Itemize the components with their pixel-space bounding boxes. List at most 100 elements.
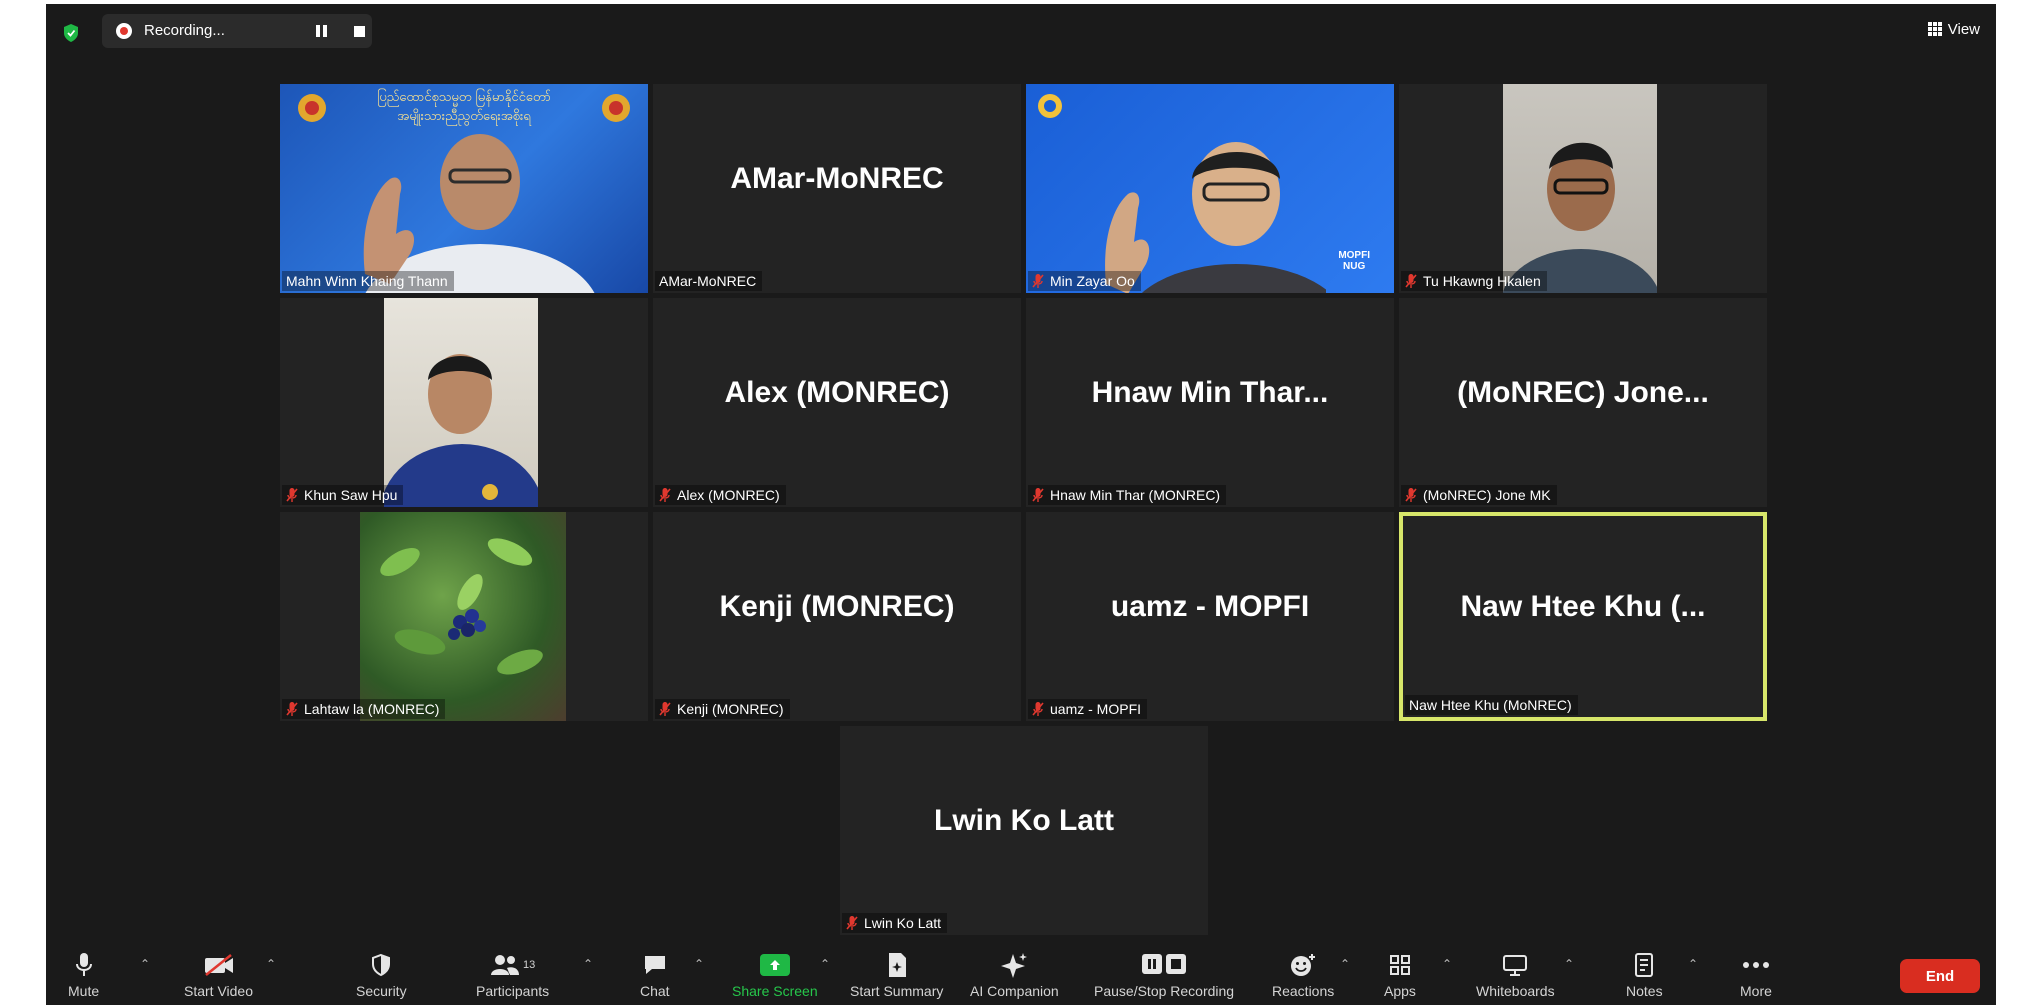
more-button[interactable]: More <box>1740 951 1772 999</box>
encryption-shield-icon[interactable] <box>62 23 80 43</box>
pause-stop-recording-button[interactable]: Pause/Stop Recording <box>1094 951 1234 999</box>
participant-display-name: Alex (MONREC) <box>724 376 950 409</box>
participant-nameplate: Naw Htee Khu (MoNREC) <box>1405 695 1578 715</box>
participant-nameplate: Mahn Winn Khaing Thann <box>282 271 454 291</box>
participants-button[interactable]: 13 Participants <box>476 951 549 999</box>
ai-companion-button[interactable]: AI Companion <box>970 951 1059 999</box>
participant-name: Lwin Ko Latt <box>864 915 942 931</box>
participant-name: Lahtaw la (MONREC) <box>304 701 440 717</box>
participant-tile-min-zayar[interactable]: MOPFI NUG Min Zayar Oo <box>1026 84 1394 293</box>
reactions-smiley-icon <box>1291 954 1316 976</box>
participant-name: Alex (MONREC) <box>677 487 780 503</box>
muted-microphone-icon <box>1405 488 1417 502</box>
recording-dot-icon <box>116 23 132 39</box>
chat-button[interactable]: Chat <box>640 951 670 999</box>
stop-recording-icon[interactable] <box>354 26 365 37</box>
participant-nameplate: Lahtaw la (MONREC) <box>282 699 446 719</box>
participant-nameplate: Khun Saw Hpu <box>282 485 404 505</box>
participant-nameplate: Hnaw Min Thar (MONREC) <box>1028 485 1227 505</box>
reactions-label: Reactions <box>1272 983 1335 999</box>
more-label: More <box>1740 983 1772 999</box>
start-video-button[interactable]: Start Video <box>184 951 253 999</box>
whiteboards-options-caret-icon[interactable]: ⌃ <box>1564 957 1574 971</box>
video-off-icon <box>204 954 233 976</box>
mopfi-logo-text: MOPFI <box>1338 250 1370 261</box>
security-button[interactable]: Security <box>356 951 407 999</box>
mopfi-logo: MOPFI NUG <box>1338 250 1370 272</box>
participant-tile-lwin-ko-latt[interactable]: Lwin Ko Latt Lwin Ko Latt <box>840 726 1208 935</box>
participant-nameplate: Alex (MONREC) <box>655 485 786 505</box>
participant-tile-jone[interactable]: (MoNREC) Jone... (MoNREC) Jone MK <box>1399 298 1767 507</box>
pause-stop-recording-label: Pause/Stop Recording <box>1094 983 1235 999</box>
banner-line-1: ပြည်ထောင်စုသမ္မတ မြန်မာနိုင်ငံတော် <box>377 90 551 105</box>
participant-nameplate: uamz - MOPFI <box>1028 699 1148 719</box>
whiteboards-button[interactable]: Whiteboards <box>1476 951 1555 999</box>
participant-display-name: Naw Htee Khu (... <box>1460 590 1706 623</box>
participant-nameplate: Kenji (MONREC) <box>655 699 790 719</box>
chat-options-caret-icon[interactable]: ⌃ <box>694 957 704 971</box>
start-summary-button[interactable]: Start Summary <box>850 951 943 999</box>
chat-label: Chat <box>640 983 670 999</box>
end-meeting-button[interactable]: End <box>1900 959 1980 993</box>
government-banner: ပြည်ထောင်စုသမ္မတ မြန်မာနိုင်ငံတော် အမျို… <box>340 88 588 126</box>
participant-tile-alex[interactable]: Alex (MONREC) Alex (MONREC) <box>653 298 1021 507</box>
participant-name: Hnaw Min Thar (MONREC) <box>1050 487 1221 503</box>
mopfi-logo-subtext: NUG <box>1343 261 1366 272</box>
notes-options-caret-icon[interactable]: ⌃ <box>1688 957 1698 971</box>
participant-tile-lahtaw[interactable]: Lahtaw la (MONREC) <box>280 512 648 721</box>
participant-tile-naw-htee-khu-active-speaker[interactable]: Naw Htee Khu (... Naw Htee Khu (MoNREC) <box>1399 512 1767 721</box>
muted-microphone-icon <box>286 488 298 502</box>
pause-recording-icon[interactable] <box>316 25 328 37</box>
participant-name: uamz - MOPFI <box>1050 701 1142 717</box>
participants-options-caret-icon[interactable]: ⌃ <box>583 957 593 971</box>
participant-name: Min Zayar Oo <box>1050 273 1135 289</box>
participant-video-person <box>363 134 595 293</box>
share-screen-button[interactable]: Share Screen <box>732 951 818 999</box>
participant-name: Tu Hkawng Hkalen <box>1423 273 1541 289</box>
top-bar: Recording... View <box>46 4 1996 54</box>
organization-logo-icon <box>1038 94 1062 118</box>
participant-nameplate: (MoNREC) Jone MK <box>1401 485 1557 505</box>
participant-display-name: uamz - MOPFI <box>1110 590 1310 623</box>
participant-tile-hnaw-min-thar[interactable]: Hnaw Min Thar... Hnaw Min Thar (MONREC) <box>1026 298 1394 507</box>
apps-options-caret-icon[interactable]: ⌃ <box>1442 957 1452 971</box>
apps-button[interactable]: Apps <box>1384 951 1416 999</box>
ai-companion-label: AI Companion <box>970 983 1059 999</box>
share-screen-label: Share Screen <box>732 983 818 999</box>
participant-display-name: Hnaw Min Thar... <box>1091 376 1329 409</box>
participant-name: AMar-MoNREC <box>659 273 757 289</box>
participant-display-name: (MoNREC) Jone... <box>1457 376 1709 409</box>
participants-count: 13 <box>522 959 536 971</box>
grid-view-icon <box>1927 22 1942 36</box>
participant-tile-uamz[interactable]: uamz - MOPFI uamz - MOPFI <box>1026 512 1394 721</box>
share-options-caret-icon[interactable]: ⌃ <box>820 957 830 971</box>
participant-tile-amar[interactable]: AMar-MoNREC AMar-MoNREC <box>653 84 1021 293</box>
zoom-meeting-window: Recording... View ပြည်ထောင်စုသမ္မတ မြန်မ… <box>46 4 1996 1005</box>
whiteboard-icon <box>1503 955 1528 976</box>
participant-tile-khun-saw[interactable]: Khun Saw Hpu <box>280 298 648 507</box>
participant-video-person <box>1105 142 1326 293</box>
microphone-icon <box>75 953 92 976</box>
participant-tile-mahn[interactable]: ပြည်ထောင်စုသမ္မတ မြန်မာနိုင်ငံတော် အမျို… <box>280 84 648 293</box>
participants-icon <box>490 955 519 975</box>
start-video-label: Start Video <box>184 983 254 999</box>
more-dots-icon <box>1742 962 1769 968</box>
reactions-button[interactable]: Reactions <box>1272 951 1334 999</box>
pause-stop-recording-icon <box>1142 954 1187 974</box>
recording-label: Recording... <box>144 22 225 39</box>
apps-label: Apps <box>1384 983 1416 999</box>
participant-nameplate: AMar-MoNREC <box>655 271 763 291</box>
participant-nameplate: Lwin Ko Latt <box>842 913 948 933</box>
participant-tile-kenji[interactable]: Kenji (MONREC) Kenji (MONREC) <box>653 512 1021 721</box>
participant-tile-tu-hkawng[interactable]: Tu Hkawng Hkalen <box>1399 84 1767 293</box>
ai-sparkle-icon <box>1001 953 1028 978</box>
audio-options-caret-icon[interactable]: ⌃ <box>140 957 150 971</box>
notes-button[interactable]: Notes <box>1626 951 1663 999</box>
reactions-options-caret-icon[interactable]: ⌃ <box>1340 957 1350 971</box>
mute-button[interactable]: Mute <box>68 951 99 999</box>
participant-display-name: Kenji (MONREC) <box>719 590 955 623</box>
notes-icon <box>1635 953 1654 977</box>
view-button[interactable]: View <box>1927 18 1980 40</box>
muted-microphone-icon <box>659 488 671 502</box>
video-options-caret-icon[interactable]: ⌃ <box>266 957 276 971</box>
